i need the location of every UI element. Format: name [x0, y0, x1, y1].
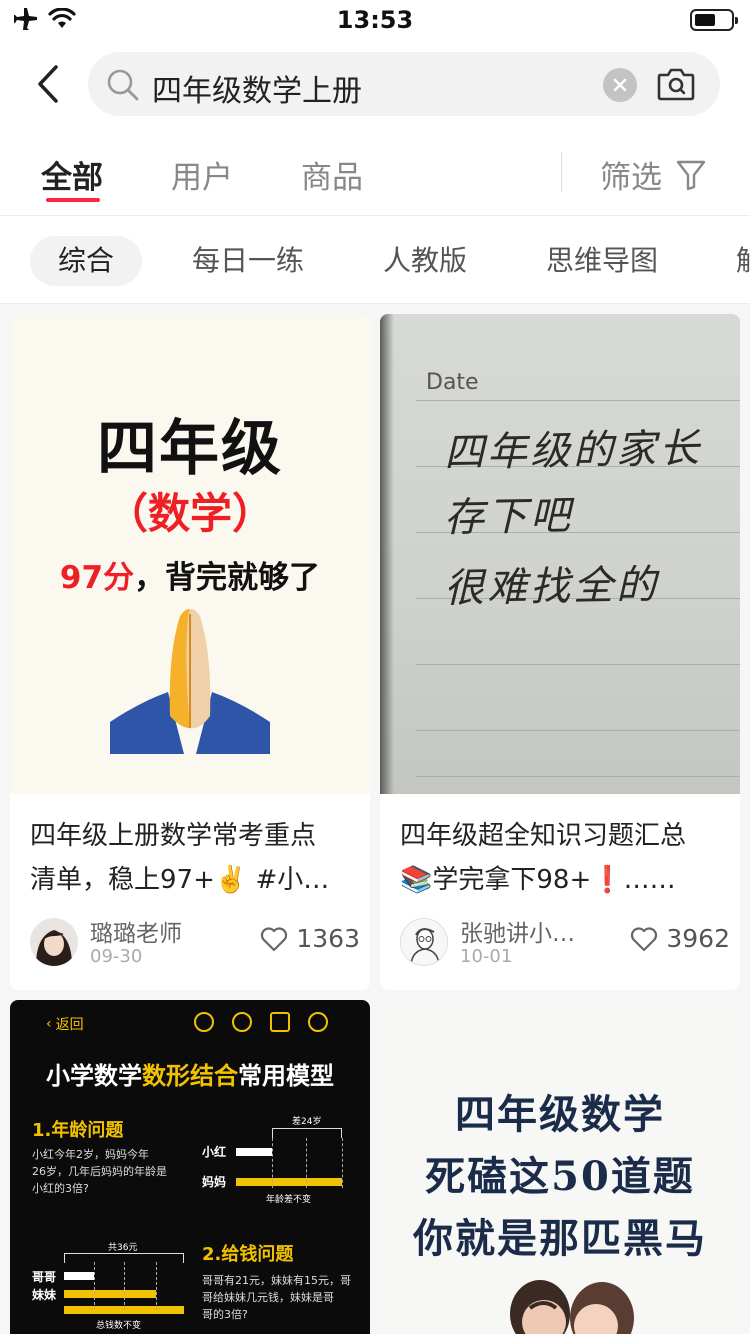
cover-score: 97分	[59, 560, 135, 596]
diagram-label: 差24岁	[292, 1117, 322, 1127]
camera-icon[interactable]	[656, 66, 696, 102]
note-title-line: 四年级超全知识习题汇总	[400, 821, 687, 851]
tab-divider	[561, 152, 562, 192]
problem-text: 哥哥有21元，妹妹有15元，哥 哥给妹妹几元钱，妹妹是哥 哥的3倍?	[202, 1274, 351, 1321]
cover-heading: 死磕这50道题	[425, 1153, 695, 1200]
post-date: 10-01	[460, 946, 513, 967]
diagram-label: 共36元	[108, 1243, 138, 1253]
note-card[interactable]: Date 四年级的家长 存下吧 很难找全的 四年级超全知识习题汇总 📚学完拿下9…	[380, 314, 740, 990]
note-title[interactable]: 四年级上册数学常考重点 清单，稳上97+✌️ #小…	[30, 814, 356, 902]
note-card[interactable]: 四年级数学 死磕这50道题 你就是那匹黑马	[380, 1000, 740, 1334]
handwritten-line: 存下吧	[443, 492, 574, 542]
diagram-label: 妹妹	[32, 1288, 57, 1302]
cover-heading-part: 常用模型	[238, 1062, 334, 1090]
cover-back-link: ‹ 返回	[46, 1014, 84, 1034]
like-button[interactable]: 3962	[630, 924, 730, 953]
status-bar: 13:53	[0, 0, 750, 40]
problem-heading: 1.年龄问题	[32, 1120, 124, 1141]
filter-icon	[676, 160, 706, 190]
author-name[interactable]: 张驰讲小…	[460, 914, 575, 948]
active-tab-indicator	[46, 198, 100, 202]
cover-heading: 四年级	[97, 414, 283, 484]
cover-heading-part: 小学数学	[46, 1062, 142, 1090]
handwritten-line: 四年级的家长	[443, 425, 703, 477]
note-title-line: 四年级上册数学常考重点	[30, 821, 317, 851]
note-title-line: 📚学完拿下98+❗……	[400, 865, 676, 895]
cover-heading: 小学数学数形结合常用模型	[10, 1056, 370, 1091]
heart-icon	[261, 926, 288, 951]
chip-daily-practice[interactable]: 每日一练	[192, 236, 304, 286]
note-cover-image: 四年级数学 死磕这50道题 你就是那匹黑马	[380, 1000, 740, 1334]
cover-heading-highlight: 数形结合	[142, 1062, 238, 1090]
filter-label: 筛选	[600, 160, 662, 196]
cover-caption-rest: ，背完就够了	[134, 560, 321, 596]
note-title-line: 清单，稳上97+✌️ #小…	[30, 865, 330, 895]
author-row: 璐璐老师 09-30 1363	[30, 918, 360, 968]
chevron-left-icon	[38, 65, 58, 103]
problem-text: 小红今年2岁，妈妈今年 26岁，几年后妈妈的年龄是 小红的3倍?	[32, 1148, 167, 1195]
diagram-label: 哥哥	[32, 1270, 57, 1284]
folded-hands-icon	[110, 609, 270, 754]
diagram-label: 总钱数不变	[96, 1321, 142, 1331]
battery-icon	[690, 9, 738, 31]
diagram-label: 小红	[202, 1145, 227, 1159]
share-icon	[270, 1012, 290, 1032]
author-name[interactable]: 璐璐老师	[90, 914, 182, 948]
like-count: 1363	[296, 924, 360, 953]
note-cover-image: Date 四年级的家长 存下吧 很难找全的	[380, 314, 740, 794]
note-cover-image: ‹ 返回 小学数学数形结合常用模型 1.年龄问题 小红今年2岁，妈妈今年 26岁…	[10, 1000, 370, 1334]
search-icon	[107, 69, 139, 101]
clear-search-button[interactable]	[603, 68, 637, 102]
redo-icon	[232, 1012, 252, 1032]
search-results-feed: 四年级 （数学） 97分，背完就够了 四年级上册数学常考重点 清单，稳上97+✌…	[0, 304, 750, 1334]
undo-icon	[194, 1012, 214, 1032]
filter-button[interactable]: 筛选	[600, 152, 706, 197]
chip-pep-edition[interactable]: 人教版	[383, 236, 467, 286]
main-tabs: 全部 用户 商品 筛选	[0, 140, 750, 216]
cover-subheading: （数学）	[105, 489, 274, 538]
search-input[interactable]: 四年级数学上册	[152, 66, 362, 110]
like-button[interactable]: 1363	[260, 924, 360, 953]
note-card[interactable]: 四年级 （数学） 97分，背完就够了 四年级上册数学常考重点 清单，稳上97+✌…	[10, 314, 370, 990]
diagram-label: 妈妈	[202, 1175, 227, 1189]
note-card[interactable]: ‹ 返回 小学数学数形结合常用模型 1.年龄问题 小红今年2岁，妈妈今年 26岁…	[10, 1000, 370, 1334]
diagram-label: 年龄差不变	[266, 1195, 312, 1205]
more-icon	[308, 1012, 328, 1032]
category-chips: 综合 每日一练 人教版 思维导图 解	[0, 216, 750, 304]
close-icon	[613, 78, 627, 92]
note-cover-image: 四年级 （数学） 97分，背完就够了	[10, 314, 370, 794]
cover-toolbar-icons	[194, 1012, 328, 1032]
illustration-people	[510, 1280, 634, 1334]
cover-heading: 你就是那匹黑马	[413, 1215, 707, 1262]
back-button[interactable]	[26, 60, 70, 108]
status-time: 13:53	[336, 6, 414, 34]
post-date: 09-30	[90, 946, 143, 967]
heart-icon	[631, 926, 658, 951]
notebook-date-label: Date	[426, 370, 479, 395]
chip-more[interactable]: 解	[736, 236, 750, 286]
problem-heading: 2.给钱问题	[202, 1244, 294, 1265]
cover-caption: 97分，背完就够了	[10, 552, 370, 597]
chip-mind-map[interactable]: 思维导图	[546, 236, 658, 286]
tab-all[interactable]: 全部	[41, 152, 103, 197]
chevron-left-icon: ‹	[46, 1016, 52, 1032]
avatar[interactable]	[400, 918, 448, 966]
chip-comprehensive[interactable]: 综合	[30, 236, 143, 286]
cover-back-label: 返回	[55, 1017, 84, 1033]
cover-heading: 四年级数学	[455, 1091, 665, 1138]
tab-users[interactable]: 用户	[171, 152, 233, 197]
note-title[interactable]: 四年级超全知识习题汇总 📚学完拿下98+❗……	[400, 814, 726, 902]
avatar[interactable]	[30, 918, 78, 966]
handwritten-line: 很难找全的	[443, 562, 660, 612]
tab-products[interactable]: 商品	[301, 152, 363, 197]
search-bar[interactable]: 四年级数学上册	[88, 52, 720, 116]
like-count: 3962	[666, 924, 730, 953]
author-row: 张驰讲小… 10-01 3962	[400, 918, 730, 968]
